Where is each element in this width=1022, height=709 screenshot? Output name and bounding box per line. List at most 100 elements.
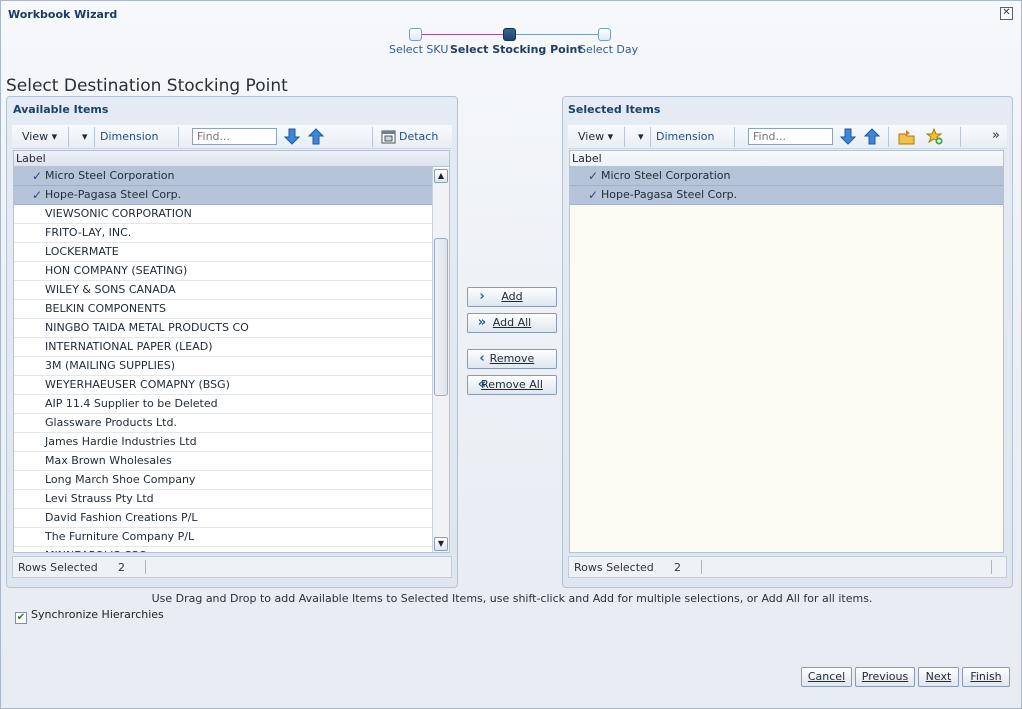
add-all-button-label: Add All	[492, 316, 532, 329]
arrow-down-icon[interactable]	[840, 128, 856, 145]
checkmark-icon: ✓	[588, 169, 599, 183]
arrow-up-icon[interactable]	[308, 128, 324, 145]
row-label: Hope-Pagasa Steel Corp.	[45, 188, 182, 201]
column-header-label[interactable]: Label	[14, 151, 449, 167]
star-add-icon[interactable]	[926, 128, 943, 145]
train-stop-sku[interactable]	[409, 28, 422, 41]
wizard-train: Select SKU Select Stocking Point Select …	[381, 27, 641, 63]
close-icon[interactable]: ✕	[1000, 7, 1013, 20]
table-row[interactable]: Glassware Products Ltd.	[14, 414, 433, 433]
dimension-link[interactable]: Dimension	[100, 129, 158, 145]
train-line-pending	[515, 34, 603, 35]
remove-all-button[interactable]: «Remove All	[467, 375, 557, 395]
row-label: 3M (MAILING SUPPLIES)	[45, 359, 176, 372]
previous-button[interactable]: Previous	[855, 667, 915, 687]
remove-all-button-label: Remove All	[481, 378, 543, 391]
train-label-stocking-point: Select Stocking Point	[450, 43, 583, 56]
chevron-down-icon: ▾	[51, 130, 58, 143]
selected-toolbar: View ▾ ▾ Dimension »	[568, 125, 1007, 149]
row-label: James Hardie Industries Ltd	[45, 435, 197, 448]
row-label: Micro Steel Corporation	[45, 169, 175, 182]
selected-rows: ✓ Micro Steel Corporation ✓ Hope-Pagasa Ste…	[570, 167, 1003, 205]
detach-link[interactable]: Detach	[399, 129, 438, 145]
table-row[interactable]: HON COMPANY (SEATING)	[14, 262, 433, 281]
toolbar-overflow-icon[interactable]: »	[992, 128, 1000, 144]
remove-button[interactable]: ‹ Remove	[467, 349, 557, 369]
train-label-day[interactable]: Select Day	[579, 43, 638, 56]
table-row[interactable]: James Hardie Industries Ltd	[14, 433, 433, 452]
toolbar-divider	[734, 127, 735, 147]
train-label-sku[interactable]: Select SKU	[389, 43, 448, 56]
available-status-bar: Rows Selected 2	[12, 556, 452, 578]
row-label: The Furniture Company P/L	[45, 530, 195, 543]
row-label: WILEY & SONS CANADA	[45, 283, 176, 296]
folder-icon[interactable]	[898, 129, 915, 145]
next-button[interactable]: Next	[918, 667, 959, 687]
table-row[interactable]: VIEWSONIC CORPORATION	[14, 205, 433, 224]
cancel-button[interactable]: Cancel	[801, 667, 852, 687]
row-label: LOCKERMATE	[45, 245, 119, 258]
add-button[interactable]: › Add	[467, 287, 557, 307]
toolbar-divider	[94, 127, 95, 147]
toolbar-divider	[888, 127, 889, 147]
table-row[interactable]: ✓ Micro Steel Corporation	[570, 167, 1003, 186]
table-row[interactable]: BELKIN COMPONENTS	[14, 300, 433, 319]
row-label: David Fashion Creations P/L	[45, 511, 198, 524]
view-menu[interactable]: View ▾	[578, 129, 613, 145]
selected-find-input[interactable]	[748, 128, 833, 145]
row-label: Hope-Pagasa Steel Corp.	[601, 188, 738, 201]
train-stop-day[interactable]	[598, 28, 611, 41]
checkmark-icon: ✓	[32, 188, 43, 202]
table-row[interactable]: Long March Shoe Company	[14, 471, 433, 490]
synchronize-hierarchies[interactable]: ✔ Synchronize Hierarchies	[15, 608, 164, 624]
table-row[interactable]: David Fashion Creations P/L	[14, 509, 433, 528]
finish-button[interactable]: Finish	[962, 667, 1010, 687]
dimension-dropdown-icon[interactable]: ▾	[638, 129, 644, 145]
toolbar-divider	[68, 127, 69, 147]
arrow-down-icon[interactable]	[284, 128, 300, 145]
view-menu[interactable]: View ▾	[22, 129, 57, 145]
scroll-down-icon[interactable]: ▼	[434, 537, 448, 551]
table-row[interactable]: WEYERHAEUSER COMAPNY (BSG)	[14, 376, 433, 395]
table-row[interactable]: FRITO-LAY, INC.	[14, 224, 433, 243]
checkmark-icon: ✓	[32, 169, 43, 183]
table-row[interactable]: ✓ Hope-Pagasa Steel Corp.	[14, 186, 433, 205]
row-label: BELKIN COMPONENTS	[45, 302, 167, 315]
table-row[interactable]: NINGBO TAIDA METAL PRODUCTS CO	[14, 319, 433, 338]
table-row[interactable]: ✓ Micro Steel Corporation	[14, 167, 433, 186]
table-row[interactable]: WILEY & SONS CANADA	[14, 281, 433, 300]
table-row[interactable]: 3M (MAILING SUPPLIES)	[14, 357, 433, 376]
row-label: Max Brown Wholesales	[45, 454, 172, 467]
table-row[interactable]: MINNEAPOLIS CSC	[14, 547, 433, 552]
scroll-thumb[interactable]	[434, 238, 448, 396]
synchronize-checkbox[interactable]: ✔	[15, 612, 27, 624]
dimension-dropdown-icon[interactable]: ▾	[82, 129, 88, 145]
column-header-label[interactable]: Label	[570, 151, 1003, 167]
table-row[interactable]: ✓ Hope-Pagasa Steel Corp.	[570, 186, 1003, 205]
table-row[interactable]: Max Brown Wholesales	[14, 452, 433, 471]
table-row[interactable]: Levi Strauss Pty Ltd	[14, 490, 433, 509]
selected-status-bar: Rows Selected 2	[568, 556, 1007, 578]
row-label: AIP 11.4 Supplier to be Deleted	[45, 397, 218, 410]
row-label: MINNEAPOLIS CSC	[45, 549, 146, 552]
available-find-input[interactable]	[192, 128, 277, 145]
table-row[interactable]: INTERNATIONAL PAPER (LEAD)	[14, 338, 433, 357]
scroll-up-icon[interactable]: ▲	[434, 169, 448, 183]
detach-icon[interactable]	[381, 130, 396, 144]
vertical-scrollbar[interactable]: ▲ ▼	[432, 168, 449, 552]
table-row[interactable]: The Furniture Company P/L	[14, 528, 433, 547]
remove-button-label: Remove	[489, 352, 535, 365]
checkmark-icon: ✓	[588, 188, 599, 202]
status-divider	[991, 560, 992, 574]
arrow-up-icon[interactable]	[864, 128, 880, 145]
synchronize-label: Synchronize Hierarchies	[31, 608, 164, 621]
train-line-complete	[421, 34, 509, 35]
table-row[interactable]: LOCKERMATE	[14, 243, 433, 262]
table-row[interactable]: AIP 11.4 Supplier to be Deleted	[14, 395, 433, 414]
toolbar-divider	[650, 127, 651, 147]
add-all-button[interactable]: » Add All	[467, 313, 557, 333]
row-label: Long March Shoe Company	[45, 473, 196, 486]
rows-selected-count: 2	[674, 561, 681, 574]
row-label: Glassware Products Ltd.	[45, 416, 177, 429]
dimension-link[interactable]: Dimension	[656, 129, 714, 145]
